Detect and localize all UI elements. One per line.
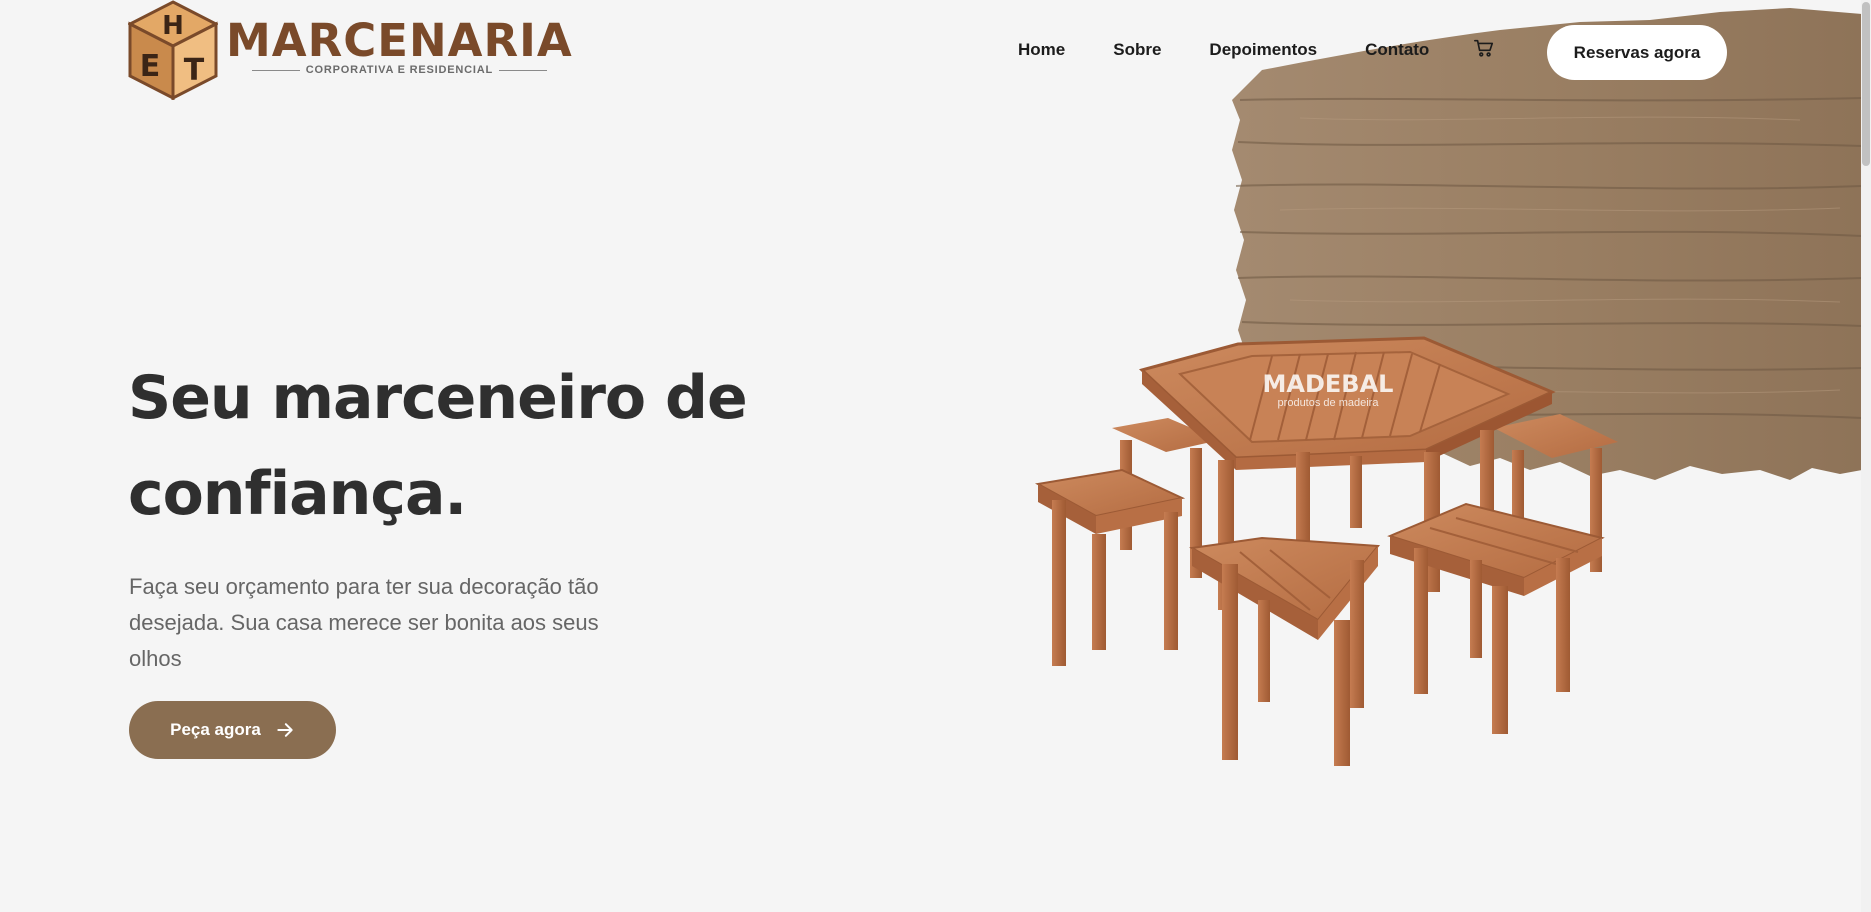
hero-title: Seu marceneiro de confiança. (128, 363, 748, 529)
nav-link-depoimentos[interactable]: Depoimentos (1209, 40, 1317, 60)
scrollbar-thumb[interactable] (1862, 2, 1870, 166)
cube-logo-icon: H E T (128, 0, 218, 100)
wooden-table-set-image: MADEBAL produtos de madeira (1034, 336, 1618, 766)
reservas-agora-button[interactable]: Reservas agora (1547, 25, 1727, 80)
svg-text:H: H (162, 11, 184, 41)
table-watermark-brand: MADEBAL (1263, 370, 1394, 398)
nav-link-sobre[interactable]: Sobre (1113, 40, 1161, 60)
nav-link-home[interactable]: Home (1018, 40, 1065, 60)
svg-text:T: T (184, 53, 205, 88)
table-watermark-sub: produtos de madeira (1278, 397, 1380, 409)
page-scrollbar[interactable] (1861, 0, 1871, 912)
brand-logo[interactable]: H E T MARCENARIA CORPORATIVA E RESIDENCI… (128, 0, 573, 100)
tagline-rule-right (499, 69, 547, 71)
brand-tagline: CORPORATIVA E RESIDENCIAL (305, 64, 493, 76)
nav-link-contato[interactable]: Contato (1365, 40, 1429, 60)
peca-agora-button[interactable]: Peça agora (129, 701, 336, 759)
tagline-rule-left (251, 69, 300, 71)
hero-description: Faça seu orçamento para ter sua decoraçã… (129, 574, 599, 671)
shopping-cart-icon[interactable] (1473, 37, 1495, 59)
brand-name: MARCENARIA (226, 14, 573, 67)
wood-plank-background (1232, 8, 1863, 480)
main-nav: Home Sobre Depoimentos Contato (1018, 37, 1495, 60)
page: MADEBAL produtos de madeira H E T MARCEN… (0, 0, 1871, 912)
svg-text:E: E (140, 49, 161, 84)
arrow-right-icon (277, 723, 293, 737)
peca-agora-label: Peça agora (170, 720, 261, 739)
